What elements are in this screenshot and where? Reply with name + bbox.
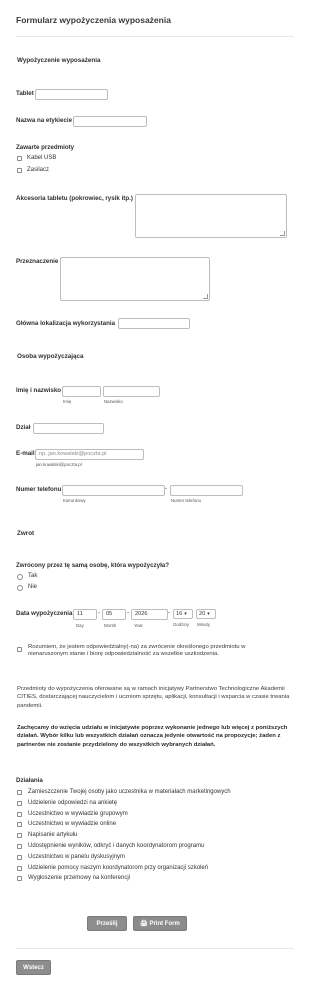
minute-select[interactable]: 20 ▾ <box>196 609 216 619</box>
action-label: Napisanie artykułu <box>28 832 78 839</box>
phone-dash: - <box>165 486 167 492</box>
action-label: Zamieszczenie Twojej osoby jako uczestni… <box>28 789 231 795</box>
included-item-usb-cable: Kabel USB <box>27 155 57 161</box>
footer-divider <box>16 948 294 949</box>
department-input[interactable] <box>33 423 104 434</box>
hour-value: 16 <box>176 611 183 617</box>
radio-no-label: Nie <box>28 584 38 590</box>
accessories-label: Akcesoria tabletu (pokrowiec, rysik itp.… <box>16 195 133 202</box>
minutes-sublabel: Minuty <box>197 622 210 627</box>
checkbox-charger[interactable] <box>17 168 22 173</box>
month-sublabel: Month <box>104 623 117 628</box>
resize-grip-icon[interactable] <box>280 231 285 236</box>
sticker-name-label: Nazwa na etykiecie <box>16 117 73 124</box>
hour-select[interactable]: 16 ▾ <box>173 609 193 619</box>
action-label: Uczestnictwo w panelu dyskusyjnym <box>28 853 126 860</box>
first-name-input[interactable] <box>62 386 101 397</box>
action-label: Uczestnictwo w wywiadzie online <box>28 821 117 828</box>
department-label: Dział <box>16 424 31 431</box>
actions-label: Działania <box>16 777 43 784</box>
email-hint: jan.kowalski@poczta.pl <box>36 462 82 467</box>
title-divider <box>16 36 294 37</box>
day-sublabel: Day <box>76 623 84 628</box>
form-title: Formularz wypożyczenia wyposażenia <box>16 15 171 25</box>
purpose-label: Przeznaczenie <box>16 258 59 265</box>
section-equipment: Wypożyczenie wyposażenia <box>17 57 101 64</box>
included-item-charger: Zasilacz <box>27 167 50 173</box>
action-checkbox[interactable] <box>17 811 22 817</box>
action-checkbox[interactable] <box>17 844 22 849</box>
hours-sublabel: Godziny <box>173 622 190 627</box>
date-sep-3: - <box>168 610 170 616</box>
year-sublabel: Year <box>134 623 143 628</box>
initiative-paragraph: Zachęcamy do wzięcia udziału w inicjatyw… <box>17 725 288 748</box>
action-label: Uczestnictwo w wywiadzie grupowym <box>28 810 128 817</box>
form-page: Formularz wypożyczenia wyposażenia Wypoż… <box>0 0 310 987</box>
date-sep-1: - <box>98 610 100 616</box>
location-input[interactable] <box>118 318 190 329</box>
action-checkbox[interactable] <box>17 833 22 839</box>
agreement-checkbox[interactable] <box>17 647 22 652</box>
radio-yes-label: Tak <box>28 573 38 579</box>
action-label: Wygłoszenie przemowy na konferencji <box>28 875 130 882</box>
date-sep-2: - <box>127 610 129 616</box>
chevron-down-icon: ▾ <box>184 611 187 617</box>
purpose-textarea[interactable] <box>60 257 210 301</box>
section-return: Zwrot <box>17 530 35 537</box>
last-name-sublabel: Nazwisko <box>104 399 123 404</box>
month-input[interactable]: 05 <box>102 609 126 620</box>
agreement-text: Rozumiem, że jestem odpowiedzialny(-na) … <box>28 644 246 658</box>
email-input[interactable]: np. jan.kowalski@poczta.pl <box>35 449 144 460</box>
minute-value: 20 <box>199 611 206 617</box>
area-code-input[interactable] <box>62 485 165 496</box>
print-form-button[interactable]: 🖨 Print Form <box>133 916 187 931</box>
date-label: Data wypożyczenia <box>16 610 73 617</box>
year-input[interactable]: 2026 <box>131 609 168 620</box>
phone-label: Numer telefonu <box>16 486 62 493</box>
print-form-label: Print Form <box>149 921 180 927</box>
tablet-label: Tablet <box>16 90 34 97</box>
action-label: Udostępnienie wyników, odkryć i danych k… <box>28 843 205 849</box>
action-checkbox[interactable] <box>17 800 22 806</box>
action-checkbox[interactable] <box>17 854 22 860</box>
action-label: Udzielenie pomocy naszym koordynatorom p… <box>28 864 209 871</box>
submit-button[interactable]: Prześlij <box>87 916 127 931</box>
action-checkbox[interactable] <box>17 876 22 882</box>
phone-number-sublabel: Numer telefonu <box>171 498 202 503</box>
day-input[interactable]: 11 <box>73 609 97 620</box>
action-label: Udzielenie odpowiedzi na ankietę <box>28 799 118 806</box>
chevron-down-icon: ▾ <box>207 611 210 617</box>
returned-question: Zwrócony przez tę samą osobę, która wypo… <box>16 562 170 569</box>
area-code-sublabel: Kierunkowy <box>63 498 86 503</box>
resize-grip-icon[interactable] <box>203 294 208 299</box>
section-borrower: Osoba wypożyczająca <box>17 353 84 360</box>
email-label: E-mail <box>16 450 35 457</box>
checkbox-usb-cable[interactable] <box>17 156 22 161</box>
included-items-label: Zawarte przedmioty <box>16 144 75 151</box>
accessories-textarea[interactable] <box>135 194 287 238</box>
info-paragraph: Przedmioty do wypożyczenia oferowane są … <box>17 686 290 709</box>
location-label: Główna lokalizacja wykorzystania <box>16 320 116 327</box>
last-name-input[interactable] <box>103 386 160 397</box>
action-checkbox[interactable] <box>17 865 22 871</box>
back-button[interactable]: Wstecz <box>16 960 51 975</box>
action-checkbox[interactable] <box>17 822 22 828</box>
phone-number-input[interactable] <box>170 485 243 496</box>
radio-yes[interactable] <box>17 574 23 580</box>
first-name-sublabel: Imię <box>63 399 72 404</box>
radio-no[interactable] <box>17 585 23 591</box>
action-checkbox[interactable] <box>17 790 22 795</box>
name-label: Imię i nazwisko <box>16 387 62 394</box>
sticker-name-input[interactable] <box>73 116 147 127</box>
tablet-input[interactable] <box>35 89 108 100</box>
